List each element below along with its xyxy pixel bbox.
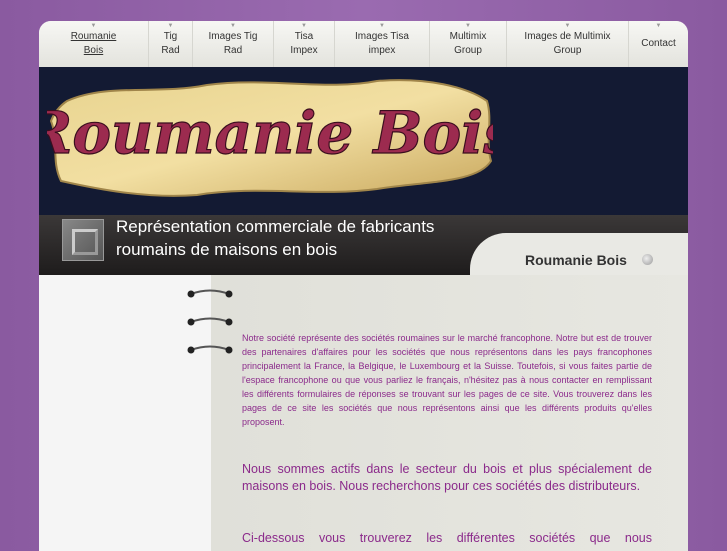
site-logo: Roumanie Bois [47,79,493,197]
chevron-down-icon: ▼ [655,23,662,29]
nav-label: Images Tisa impex [355,31,409,56]
ring-icon [187,317,233,326]
nav-label: Contact [641,38,676,49]
chevron-down-icon: ▼ [564,23,571,29]
page-title: Roumanie Bois [525,252,627,268]
main-nav: ▼ Roumanie Bois ▼ Tig Rad ▼ Images Tig R… [39,21,688,67]
nav-label: Roumanie Bois [70,31,117,56]
chevron-down-icon: ▼ [301,23,307,29]
tagline: Représentation commerciale de fabricants… [116,217,435,259]
activity-paragraph: Nous sommes actifs dans le secteur du bo… [242,462,652,493]
chevron-down-icon: ▼ [465,23,471,29]
nav-item-contact[interactable]: ▼ Contact [629,21,688,67]
chevron-down-icon: ▼ [167,23,174,29]
nav-item-images-multimix-group[interactable]: ▼ Images de Multimix Group [507,21,629,67]
nav-label: Images Tig Rad [208,31,258,56]
chevron-down-icon: ▼ [230,23,236,29]
left-notebook-page [39,275,211,551]
nav-label: Tig Rad [161,31,180,56]
intro-paragraph: Notre société représente des sociétés ro… [242,333,652,427]
circle-icon [642,254,653,265]
chevron-down-icon: ▼ [90,23,97,29]
nav-label: Multimix Group [449,31,487,56]
nav-item-roumanie-bois[interactable]: ▼ Roumanie Bois [39,21,149,67]
logo-text: Roumanie Bois [47,99,493,167]
nav-item-tisa-impex[interactable]: ▼ Tisa Impex [274,21,335,67]
nav-item-images-tig-rad[interactable]: ▼ Images Tig Rad [193,21,274,67]
nav-item-images-tisa-impex[interactable]: ▼ Images Tisa impex [335,21,430,67]
nav-item-tig-rad[interactable]: ▼ Tig Rad [149,21,193,67]
ring-icon [187,345,233,354]
nav-label: Images de Multimix Group [524,31,611,56]
page-frame: ▼ Roumanie Bois ▼ Tig Rad ▼ Images Tig R… [39,21,688,551]
frame-icon [62,219,104,261]
nav-label: Tisa Impex [290,31,318,56]
companies-paragraph: Ci-dessous vous trouverez les différente… [242,531,652,545]
ring-icon [187,289,233,298]
site-header: Roumanie Bois [39,67,688,217]
chevron-down-icon: ▼ [379,23,385,29]
nav-item-multimix-group[interactable]: ▼ Multimix Group [430,21,507,67]
